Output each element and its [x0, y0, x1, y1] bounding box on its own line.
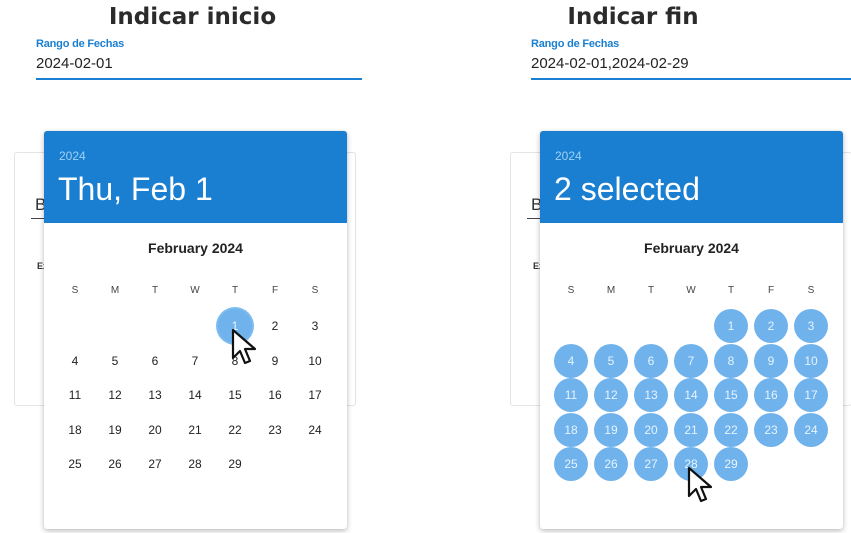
calendar-day-6[interactable]: 6 — [634, 343, 668, 378]
date-range-input[interactable]: 2024-02-01,2024-02-29 — [531, 55, 851, 72]
picker-selected-date: Thu, Feb 1 — [58, 171, 213, 207]
calendar-day-24[interactable]: 24 — [794, 412, 828, 447]
mouse-pointer-icon — [231, 328, 261, 368]
weekday-label: S — [311, 285, 319, 296]
calendar-day-10[interactable]: 10 — [794, 343, 828, 378]
calendar-day-11[interactable]: 11 — [58, 378, 92, 412]
date-range-label: Rango de Fechas — [531, 38, 620, 50]
panel-indicar-inicio: Indicar inicio Rango de Fechas 2024-02-0… — [0, 0, 425, 533]
calendar-day-15[interactable]: 15 — [714, 378, 748, 412]
calendar-day-19[interactable]: 19 — [98, 413, 132, 447]
calendar-day-7[interactable]: 7 — [178, 344, 212, 378]
calendar-day-11[interactable]: 11 — [554, 378, 588, 412]
calendar-day-14[interactable]: 14 — [674, 378, 708, 412]
calendar-day-23[interactable]: 23 — [754, 412, 788, 447]
date-picker-popup: 2024 2 selected February 2024 SMTWTFS123… — [540, 131, 843, 529]
weekday-label: F — [271, 285, 279, 296]
field-underline — [36, 78, 362, 80]
calendar-day-17[interactable]: 17 — [298, 378, 332, 412]
calendar-day-29[interactable]: 29 — [218, 447, 252, 481]
calendar-day-15[interactable]: 15 — [218, 378, 252, 412]
weekday-label: F — [767, 285, 775, 296]
weekday-label: W — [686, 285, 696, 296]
weekday-label: S — [567, 285, 575, 296]
calendar-day-22[interactable]: 22 — [218, 413, 252, 447]
mouse-pointer-icon — [687, 466, 717, 506]
calendar-day-25[interactable]: 25 — [58, 447, 92, 481]
calendar-day-9[interactable]: 9 — [754, 343, 788, 378]
calendar-day-2[interactable]: 2 — [258, 309, 292, 343]
weekday-label: T — [151, 285, 159, 296]
calendar-day-19[interactable]: 19 — [594, 412, 628, 447]
date-picker-popup: 2024 Thu, Feb 1 February 2024 SMTWTFS123… — [44, 131, 347, 529]
field-underline — [531, 78, 851, 80]
weekday-label: M — [110, 285, 120, 296]
calendar-day-4[interactable]: 4 — [554, 343, 588, 378]
calendar-day-21[interactable]: 21 — [674, 412, 708, 447]
calendar-day-13[interactable]: 13 — [634, 378, 668, 412]
weekday-label: S — [807, 285, 815, 296]
panel-indicar-fin: Indicar fin Rango de Fechas 2024-02-01,2… — [425, 0, 851, 533]
calendar-day-13[interactable]: 13 — [138, 378, 172, 412]
calendar-day-1[interactable]: 1 — [714, 309, 748, 343]
calendar-day-20[interactable]: 20 — [138, 413, 172, 447]
picker-year[interactable]: 2024 — [59, 149, 86, 163]
panel-heading: Indicar fin — [567, 4, 699, 30]
picker-year[interactable]: 2024 — [555, 149, 582, 163]
calendar-day-17[interactable]: 17 — [794, 378, 828, 412]
calendar-day-27[interactable]: 27 — [634, 447, 668, 481]
calendar-day-8[interactable]: 8 — [714, 343, 748, 378]
calendar-day-29[interactable]: 29 — [714, 447, 748, 481]
calendar-day-23[interactable]: 23 — [258, 413, 292, 447]
picker-header: 2024 2 selected — [540, 131, 843, 223]
calendar-day-20[interactable]: 20 — [634, 412, 668, 447]
calendar-day-18[interactable]: 18 — [554, 412, 588, 447]
calendar-day-2[interactable]: 2 — [754, 309, 788, 343]
date-range-field[interactable]: Rango de Fechas 2024-02-01 — [36, 38, 362, 80]
calendar-day-3[interactable]: 3 — [298, 309, 332, 343]
calendar-day-12[interactable]: 12 — [594, 378, 628, 412]
calendar-day-21[interactable]: 21 — [178, 413, 212, 447]
calendar-day-4[interactable]: 4 — [58, 344, 92, 378]
calendar-day-16[interactable]: 16 — [754, 378, 788, 412]
calendar-day-12[interactable]: 12 — [98, 378, 132, 412]
panel-heading: Indicar inicio — [108, 4, 277, 30]
calendar-day-14[interactable]: 14 — [178, 378, 212, 412]
calendar-day-16[interactable]: 16 — [258, 378, 292, 412]
weekday-label: T — [647, 285, 655, 296]
weekday-label: S — [71, 285, 79, 296]
weekday-label: T — [231, 285, 239, 296]
calendar-day-24[interactable]: 24 — [298, 413, 332, 447]
calendar-day-28[interactable]: 28 — [178, 447, 212, 481]
weekday-label: T — [727, 285, 735, 296]
picker-selected-date: 2 selected — [554, 171, 700, 207]
calendar-day-26[interactable]: 26 — [594, 447, 628, 481]
calendar-day-5[interactable]: 5 — [98, 344, 132, 378]
weekday-label: W — [190, 285, 200, 296]
calendar-day-3[interactable]: 3 — [794, 309, 828, 343]
calendar-day-27[interactable]: 27 — [138, 447, 172, 481]
calendar-day-7[interactable]: 7 — [674, 343, 708, 378]
month-title: February 2024 — [644, 240, 739, 256]
month-title: February 2024 — [148, 240, 243, 256]
calendar-day-6[interactable]: 6 — [138, 344, 172, 378]
calendar-day-25[interactable]: 25 — [554, 447, 588, 481]
weekday-label: M — [606, 285, 616, 296]
calendar-day-10[interactable]: 10 — [298, 344, 332, 378]
calendar-day-18[interactable]: 18 — [58, 413, 92, 447]
calendar-day-9[interactable]: 9 — [258, 344, 292, 378]
date-range-label: Rango de Fechas — [36, 38, 125, 50]
date-range-input[interactable]: 2024-02-01 — [36, 55, 362, 72]
calendar-day-5[interactable]: 5 — [594, 343, 628, 378]
date-range-field[interactable]: Rango de Fechas 2024-02-01,2024-02-29 — [531, 38, 851, 80]
calendar-day-26[interactable]: 26 — [98, 447, 132, 481]
picker-header: 2024 Thu, Feb 1 — [44, 131, 347, 223]
calendar-day-22[interactable]: 22 — [714, 412, 748, 447]
